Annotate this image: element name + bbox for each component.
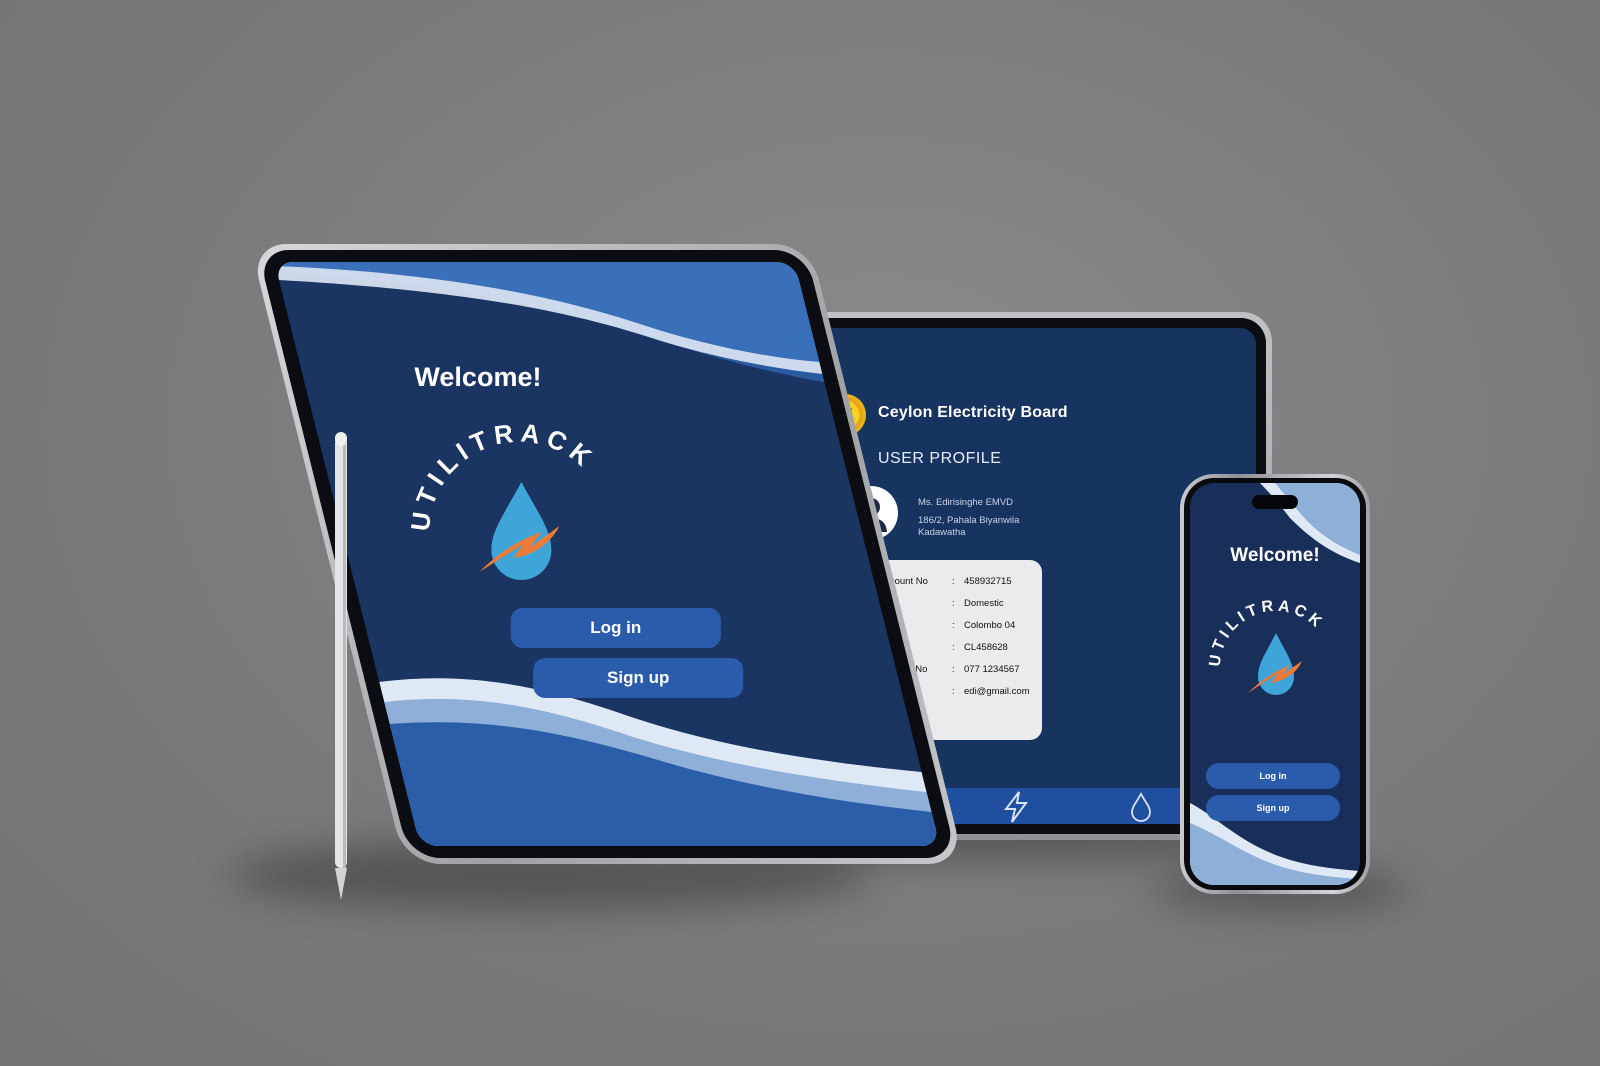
user-address-line1: 186/2, Pahala Biyanwila: [918, 515, 1020, 526]
section-title: USER PROFILE: [878, 450, 1002, 467]
login-button[interactable]: Log in: [510, 608, 721, 648]
detail-value: 077 1234567: [964, 664, 1020, 675]
signup-button[interactable]: Sign up: [533, 658, 744, 698]
user-name: Ms. Edirisinghe EMVD: [918, 497, 1014, 508]
stylus-pencil: [334, 432, 348, 902]
login-button[interactable]: Log in: [1206, 763, 1340, 789]
user-address-line2: Kadawatha: [918, 527, 966, 538]
lightning-icon[interactable]: [1000, 790, 1032, 824]
detail-value: Colombo 04: [964, 620, 1016, 631]
welcome-heading: Welcome!: [1230, 545, 1320, 566]
detail-value: Domestic: [964, 598, 1004, 609]
detail-value: edi@gmail.com: [964, 686, 1030, 697]
utilitrack-logo: UTILITRACK: [1207, 595, 1342, 711]
welcome-heading: Welcome!: [414, 362, 542, 392]
phone-device: Welcome! UTILITRACK Log in Sign up: [1180, 474, 1370, 894]
utilitrack-logo: UTILITRACK: [405, 417, 629, 596]
org-name: Ceylon Electricity Board: [878, 404, 1068, 421]
signup-button[interactable]: Sign up: [1206, 795, 1340, 821]
phone-screen: Welcome! UTILITRACK Log in Sign up: [1190, 483, 1360, 885]
detail-value: 458932715: [964, 576, 1012, 587]
detail-value: CL458628: [964, 642, 1008, 653]
dynamic-island: [1252, 495, 1298, 509]
water-drop-icon[interactable]: [1128, 790, 1154, 822]
